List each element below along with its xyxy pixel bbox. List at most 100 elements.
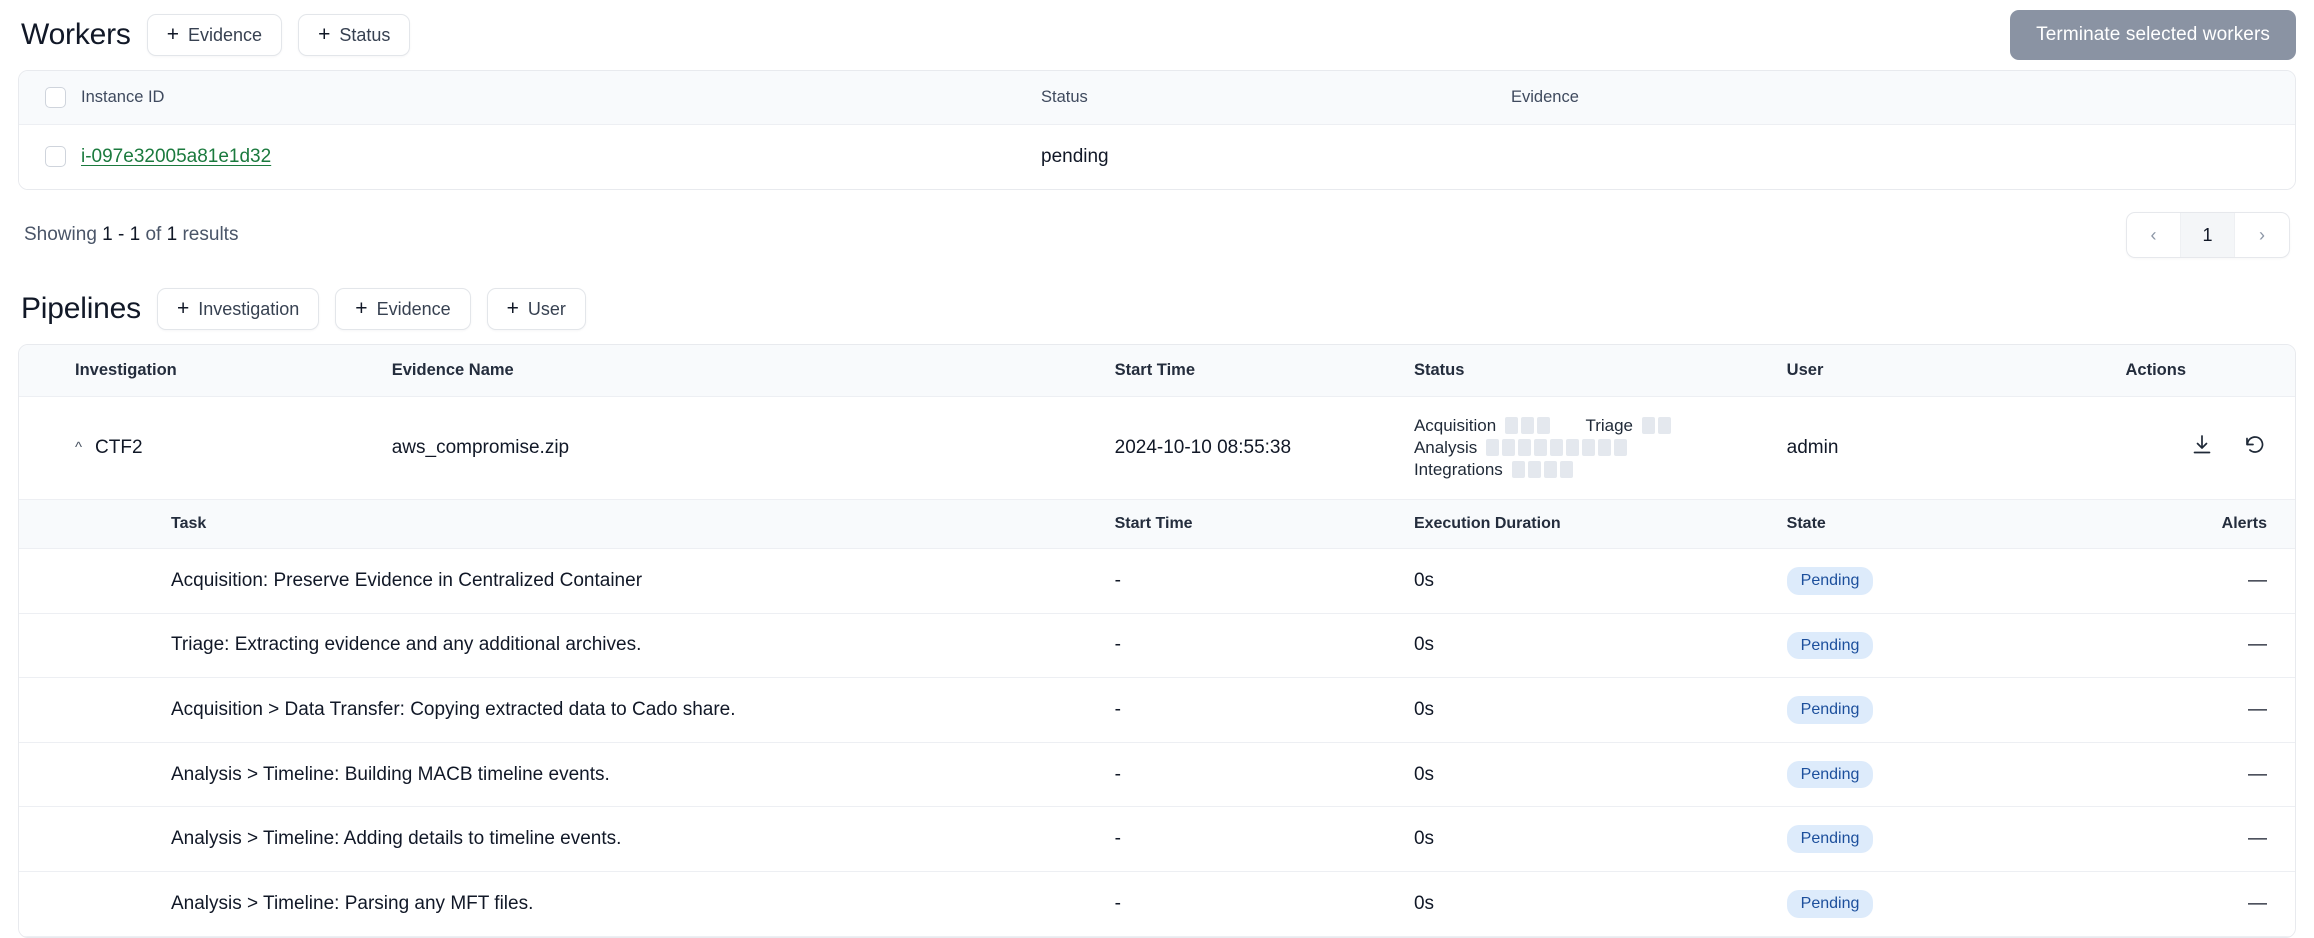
progress-segment: [1614, 439, 1628, 457]
progress-segment: [1582, 439, 1596, 457]
add-investigation-button[interactable]: + Investigation: [156, 288, 320, 330]
workers-pagination: ‹ 1 ›: [2126, 212, 2290, 258]
progress-segment: [1518, 439, 1532, 457]
pagination-page-1[interactable]: 1: [2181, 213, 2235, 257]
pipelines-table: Investigation Evidence Name Start Time S…: [19, 345, 2295, 937]
pipeline-evidence-name: aws_compromise.zip: [391, 396, 1115, 500]
task-alerts: —: [2125, 871, 2295, 937]
pipelines-col-user: User: [1786, 345, 2126, 397]
workers-col-status: Status: [1041, 71, 1511, 125]
task-alerts: —: [2125, 677, 2295, 743]
progress-segment: [1598, 439, 1612, 457]
tasks-col-alerts: Alerts: [2125, 499, 2295, 549]
task-start-time: -: [1114, 806, 1414, 872]
results-suffix: results: [182, 224, 239, 245]
tasks-header-row: Task Start Time Execution Duration State…: [19, 499, 2295, 549]
pipelines-col-status: Status: [1413, 345, 1787, 397]
add-user-button[interactable]: + User: [486, 288, 586, 330]
add-investigation-label: Investigation: [198, 298, 300, 319]
status-badge: Pending: [1786, 631, 1874, 660]
task-duration: 0s: [1413, 871, 1787, 937]
progress-segment: [1559, 461, 1573, 479]
task-name: Triage: Extracting evidence and any addi…: [19, 613, 1115, 679]
stage-triage-label: Triage: [1585, 415, 1633, 435]
stage-acquisition: Acquisition: [1413, 415, 1551, 436]
tasks-col-task: Task: [19, 499, 1115, 549]
stage-integrations-label: Integrations: [1413, 459, 1503, 479]
stage-integrations: Integrations: [1414, 460, 1573, 480]
pipeline-row[interactable]: ^ CTF2 aws_compromise.zip 2024-10-10 08:5…: [19, 396, 2295, 500]
pagination-next-button[interactable]: ›: [2235, 213, 2289, 257]
add-evidence-pipeline-button[interactable]: + Evidence: [335, 288, 471, 330]
task-duration: 0s: [1413, 613, 1787, 679]
task-start-time: -: [1114, 613, 1414, 679]
plus-icon: +: [506, 296, 519, 320]
add-status-worker-label: Status: [339, 24, 391, 45]
select-all-header: [19, 71, 81, 125]
task-start-time: -: [1114, 548, 1414, 614]
task-state-cell: Pending: [1786, 548, 2126, 614]
worker-status-cell: pending: [1041, 124, 1511, 189]
table-row: i-097e32005a81e1d32 pending: [19, 124, 2295, 189]
results-prefix: Showing: [24, 224, 97, 245]
worker-evidence-cell: [1511, 124, 2295, 189]
task-state-cell: Pending: [1786, 613, 2126, 679]
download-icon[interactable]: [2178, 433, 2226, 457]
page-root: Workers + Evidence + Status Terminate se…: [0, 0, 2314, 938]
task-row: Analysis > Timeline: Parsing any MFT fil…: [19, 871, 2295, 937]
stage-analysis: Analysis: [1414, 438, 1628, 458]
task-name: Acquisition: Preserve Evidence in Centra…: [19, 548, 1115, 614]
row-checkbox[interactable]: [45, 146, 66, 168]
stage-acquisition-label: Acquisition: [1413, 415, 1497, 435]
pipeline-user: admin: [1786, 396, 2126, 500]
progress-segment: [1511, 461, 1525, 479]
progress-segment: [1550, 439, 1564, 457]
results-range: 1 - 1: [102, 224, 141, 245]
terminate-selected-workers-button[interactable]: Terminate selected workers: [2010, 10, 2296, 60]
workers-table-card: Instance ID Status Evidence i-097e32005a…: [18, 70, 2296, 190]
pipelines-header: Pipelines + Investigation + Evidence + U…: [18, 274, 2296, 344]
row-select-cell: [19, 124, 81, 189]
add-status-worker-button[interactable]: + Status: [298, 14, 411, 56]
task-name: Acquisition > Data Transfer: Copying ext…: [19, 677, 1115, 743]
plus-icon: +: [166, 22, 179, 46]
workers-title: Workers: [21, 18, 131, 51]
add-evidence-worker-button[interactable]: + Evidence: [146, 14, 283, 56]
task-start-time: -: [1114, 677, 1414, 743]
plus-icon: +: [355, 296, 368, 320]
progress-segment: [1658, 417, 1671, 435]
task-state-cell: Pending: [1786, 742, 2126, 808]
pipelines-table-card: Investigation Evidence Name Start Time S…: [18, 344, 2296, 938]
task-row: Analysis > Timeline: Adding details to t…: [19, 806, 2295, 872]
status-badge: Pending: [1786, 889, 1874, 918]
add-user-label: User: [527, 298, 566, 319]
plus-icon: +: [318, 22, 331, 46]
rerun-icon[interactable]: [2231, 433, 2279, 457]
worker-instance-id-link[interactable]: i-097e32005a81e1d32: [81, 146, 271, 167]
stage-triage: Triage: [1585, 416, 1671, 436]
pipeline-investigation-name: CTF2: [95, 437, 143, 458]
progress-segment: [1543, 461, 1557, 479]
pagination-prev-button[interactable]: ‹: [2127, 213, 2181, 257]
chevron-up-icon[interactable]: ^: [75, 439, 82, 456]
add-evidence-pipeline-label: Evidence: [376, 298, 451, 319]
pipelines-col-actions: Actions: [2125, 345, 2295, 397]
stage-integrations-segments: [1511, 461, 1573, 479]
task-duration: 0s: [1413, 806, 1787, 872]
progress-segment: [1642, 417, 1655, 435]
status-badge: Pending: [1786, 760, 1874, 789]
progress-segment: [1502, 439, 1516, 457]
progress-segment: [1534, 439, 1548, 457]
task-row: Analysis > Timeline: Building MACB timel…: [19, 742, 2295, 808]
status-badge: Pending: [1786, 825, 1874, 853]
workers-col-instance-id: Instance ID: [81, 71, 1041, 125]
task-state-cell: Pending: [1786, 806, 2126, 872]
stage-triage-segments: [1642, 417, 1671, 435]
progress-segment: [1566, 439, 1580, 457]
pipelines-title: Pipelines: [21, 292, 141, 325]
status-badge: Pending: [1786, 696, 1874, 724]
task-alerts: —: [2125, 742, 2295, 808]
progress-segment: [1537, 417, 1551, 435]
select-all-checkbox[interactable]: [45, 87, 66, 108]
workers-col-evidence: Evidence: [1511, 71, 2295, 125]
